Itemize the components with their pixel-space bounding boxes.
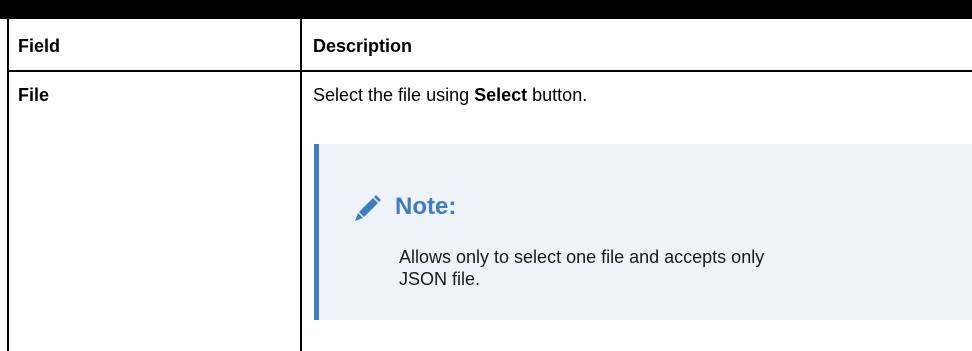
pencil-icon (355, 195, 381, 221)
column-header-description: Description (313, 36, 413, 56)
header-divider (7, 70, 972, 72)
description-text: Select the file using (313, 85, 475, 105)
column-divider (300, 19, 302, 351)
top-rule (0, 0, 972, 19)
note-line: JSON file. (399, 269, 481, 289)
note-title: Note: (395, 193, 457, 220)
select-button-reference: Select (474, 85, 528, 105)
note-callout: Note: Allows only to select one file and… (314, 144, 972, 320)
description-cell: Select the file using Select button. (313, 84, 587, 106)
note-body: Allows only to select one file and accep… (399, 246, 899, 290)
field-name-cell: File (18, 85, 50, 105)
table-border-left (7, 19, 9, 351)
column-header-field: Field (18, 36, 61, 56)
description-text-end: button. (527, 85, 588, 105)
note-line: Allows only to select one file and accep… (399, 247, 765, 267)
